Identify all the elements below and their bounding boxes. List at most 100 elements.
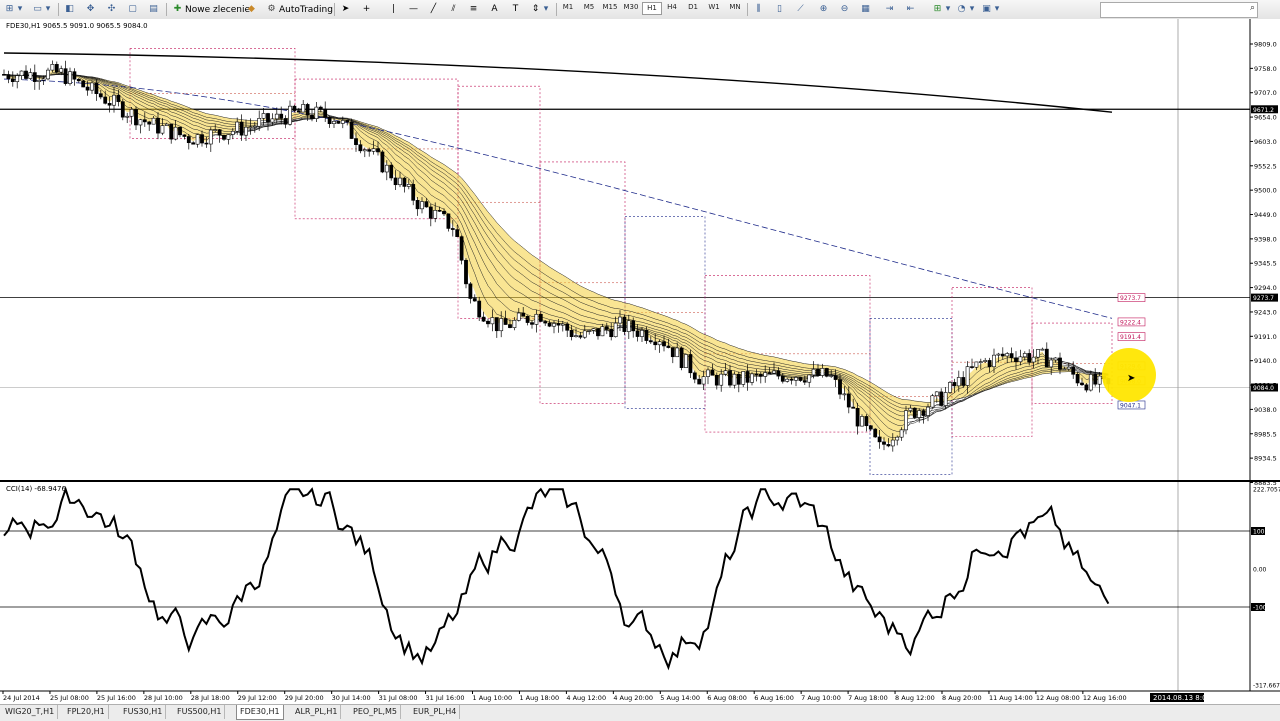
fibonacci-tool[interactable]: ≡	[468, 2, 479, 17]
candle-body	[820, 368, 825, 376]
candle-body	[270, 118, 275, 123]
chart-area[interactable]: 9809.0 9758.0 9707.0 9654.0 9603.0 9552.5 9500…	[0, 19, 1280, 702]
candle-body	[965, 366, 970, 386]
tab-fpl20-h1[interactable]: FPL20,H1	[64, 705, 109, 719]
timeframe-d1[interactable]: D1	[684, 3, 702, 11]
candle-body	[164, 123, 169, 126]
candle-body	[952, 382, 957, 387]
candle-body	[934, 391, 939, 397]
arrows-tool[interactable]: ⇕ ▾	[530, 2, 549, 17]
search-input[interactable]: ⌕	[1100, 2, 1258, 18]
price-tick-label: 9294.0	[1254, 284, 1277, 292]
new-chart-button[interactable]: ⊞ ▾	[4, 2, 23, 17]
tab-fus500-h1[interactable]: FUS500,H1	[174, 705, 226, 719]
strategy-tester-button[interactable]: ▤	[148, 2, 159, 17]
time-label: 8 Aug 12:00	[895, 694, 935, 702]
time-label: 5 Aug 14:00	[660, 694, 700, 702]
candle-body	[750, 373, 754, 383]
candle-body	[684, 354, 688, 368]
time-label: 25 Jul 08:00	[50, 694, 89, 702]
indicators-button[interactable]: ⊞ ▾	[932, 2, 951, 17]
candlestick-button[interactable]: ▯	[774, 2, 785, 17]
candle-body	[376, 148, 380, 153]
candle-body	[569, 330, 574, 337]
line-chart-button[interactable]: ⟋	[795, 2, 806, 17]
zoom-in-button[interactable]: ⊕	[818, 2, 829, 17]
navigator-button[interactable]: ✥	[85, 2, 96, 17]
new-order-button[interactable]: ✚ Nowe zlecenie	[172, 2, 250, 17]
market-watch-icon: ◧	[65, 4, 74, 14]
candle-body	[622, 316, 627, 332]
candle-body	[450, 228, 455, 230]
candle-body	[323, 108, 328, 118]
timeframe-m30[interactable]: M30	[622, 3, 640, 11]
timeframe-h4[interactable]: H4	[663, 3, 681, 11]
candle-body	[380, 151, 385, 173]
candle-body	[697, 378, 702, 385]
profiles-button[interactable]: ▭ ▾	[32, 2, 51, 17]
timeframe-m15[interactable]: M15	[601, 3, 619, 11]
candle-body	[1009, 353, 1014, 359]
vertical-line-tool[interactable]: |	[388, 2, 399, 17]
autotrading-button[interactable]: ⚙ AutoTrading	[266, 2, 332, 17]
crosshair-icon: +	[362, 4, 371, 14]
candle-body	[829, 375, 834, 377]
candle-body	[1005, 353, 1010, 357]
candle-body	[701, 376, 706, 385]
candle-body	[956, 377, 961, 387]
chart-shift-button[interactable]: ⇤	[905, 2, 916, 17]
candle-body	[274, 113, 279, 120]
trendline-tool[interactable]: ╱	[428, 2, 439, 17]
channel-tool[interactable]: ⫽	[448, 2, 459, 17]
tab-fus30-h1[interactable]: FUS30,H1	[120, 705, 167, 719]
timeframe-m1[interactable]: M1	[559, 3, 577, 11]
candle-body	[1075, 373, 1080, 384]
candle-body	[358, 144, 363, 152]
candle-body	[886, 444, 891, 447]
bar-chart-button[interactable]: ⫼	[753, 2, 764, 17]
zoom-out-button[interactable]: ⊖	[839, 2, 850, 17]
horizontal-line-icon: —	[409, 4, 418, 14]
timeframe-w1[interactable]: W1	[705, 3, 723, 11]
tab-fde30-h1[interactable]: FDE30,H1	[236, 705, 284, 720]
timeframe-h1[interactable]: H1	[642, 2, 662, 15]
templates-button[interactable]: ▣ ▾	[981, 2, 1000, 17]
search-icon[interactable]: ⌕	[1250, 3, 1255, 13]
candle-body	[1088, 374, 1093, 391]
candle-body	[736, 373, 741, 385]
data-window-button[interactable]: ✣	[106, 2, 117, 17]
cursor-tool[interactable]: ➤	[340, 2, 351, 17]
candle-body	[252, 125, 257, 128]
cci-tick-label: -100	[1253, 605, 1267, 612]
cursor-icon: ➤	[341, 4, 350, 14]
candle-body	[1097, 375, 1102, 385]
tile-windows-button[interactable]: ▦	[860, 2, 871, 17]
time-label: 24 Jul 2014	[3, 694, 40, 702]
timeframe-mn[interactable]: MN	[726, 3, 744, 11]
price-tick-label: 9758.0	[1254, 65, 1277, 73]
time-label: 6 Aug 08:00	[707, 694, 747, 702]
metaeditor-button[interactable]: ◆	[246, 2, 257, 17]
tab-peo-pl-m5[interactable]: PEO_PL,M5	[350, 705, 401, 719]
auto-scroll-button[interactable]: ⇥	[884, 2, 895, 17]
time-label: 30 Jul 14:00	[332, 694, 371, 702]
market-watch-button[interactable]: ◧	[64, 2, 75, 17]
candle-body	[882, 441, 886, 445]
label-tool[interactable]: T	[510, 2, 521, 17]
candle-body	[763, 372, 768, 377]
candle-body	[107, 103, 112, 106]
candle-body	[384, 164, 389, 173]
indicators-icon: ⊞	[933, 4, 942, 14]
candle-body	[169, 123, 174, 140]
terminal-button[interactable]: ▢	[127, 2, 138, 17]
crosshair-tool[interactable]: +	[361, 2, 372, 17]
text-tool[interactable]: A	[489, 2, 500, 17]
navigator-icon: ✥	[86, 4, 95, 14]
timeframe-m5[interactable]: M5	[580, 3, 598, 11]
periods-button[interactable]: ◔ ▾	[956, 2, 975, 17]
horizontal-line-tool[interactable]: —	[408, 2, 419, 17]
tab-alr-pl-h1[interactable]: ALR_PL,H1	[292, 705, 342, 719]
tab-wig20-t-h1[interactable]: WIG20_T,H1	[2, 705, 59, 719]
price-tick-label: 9038.0	[1254, 406, 1277, 414]
tab-eur-pl-h4[interactable]: EUR_PL,H4	[410, 705, 461, 719]
